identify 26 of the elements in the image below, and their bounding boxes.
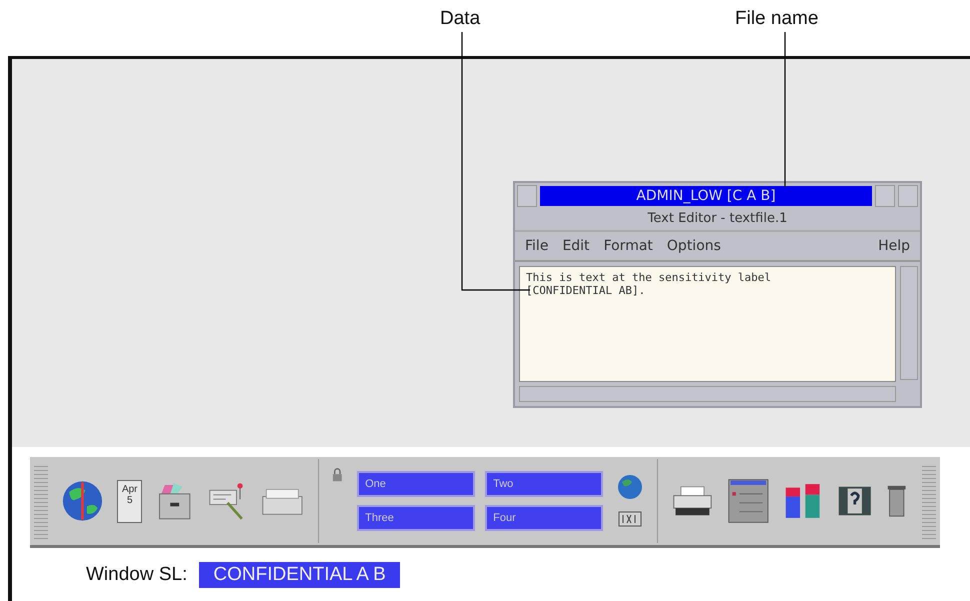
status-label: Window SL: xyxy=(86,564,188,586)
workspace-button[interactable]: Four xyxy=(485,505,604,531)
calendar-icon[interactable]: Apr 5 xyxy=(117,480,142,522)
workspace-button[interactable]: Three xyxy=(357,505,476,531)
calendar-month: Apr xyxy=(122,484,138,494)
sensitivity-label: CONFIDENTIAL A B xyxy=(199,562,400,588)
text-area[interactable]: This is text at the sensitivity label [CONFIDENTIAL AB]. xyxy=(519,266,896,382)
text-line: This is text at the sensitivity label xyxy=(526,271,772,284)
menu-item[interactable]: Edit xyxy=(562,238,590,254)
window-title: Text Editor - textfile.1 xyxy=(515,209,920,232)
exit-icon[interactable] xyxy=(618,510,642,528)
menu-item[interactable]: Format xyxy=(604,238,653,254)
horizontal-scrollbar[interactable] xyxy=(519,386,896,402)
callout-label: File name xyxy=(735,8,818,30)
menu-item[interactable]: Help xyxy=(878,238,910,254)
workspace-button[interactable]: Two xyxy=(485,471,604,497)
menu-item[interactable]: Options xyxy=(666,238,721,254)
window-label-bar: ADMIN_LOW [C A B] xyxy=(540,186,872,206)
vertical-scrollbar[interactable] xyxy=(900,266,918,380)
globe-icon[interactable] xyxy=(617,474,644,500)
workspace-button[interactable]: One xyxy=(357,471,476,497)
text-line: [CONFIDENTIAL AB]. xyxy=(526,284,646,297)
menu-item[interactable]: File xyxy=(525,238,548,254)
callout-label: Data xyxy=(440,8,480,30)
lock-icon[interactable] xyxy=(332,467,344,483)
calendar-day: 5 xyxy=(126,494,133,506)
